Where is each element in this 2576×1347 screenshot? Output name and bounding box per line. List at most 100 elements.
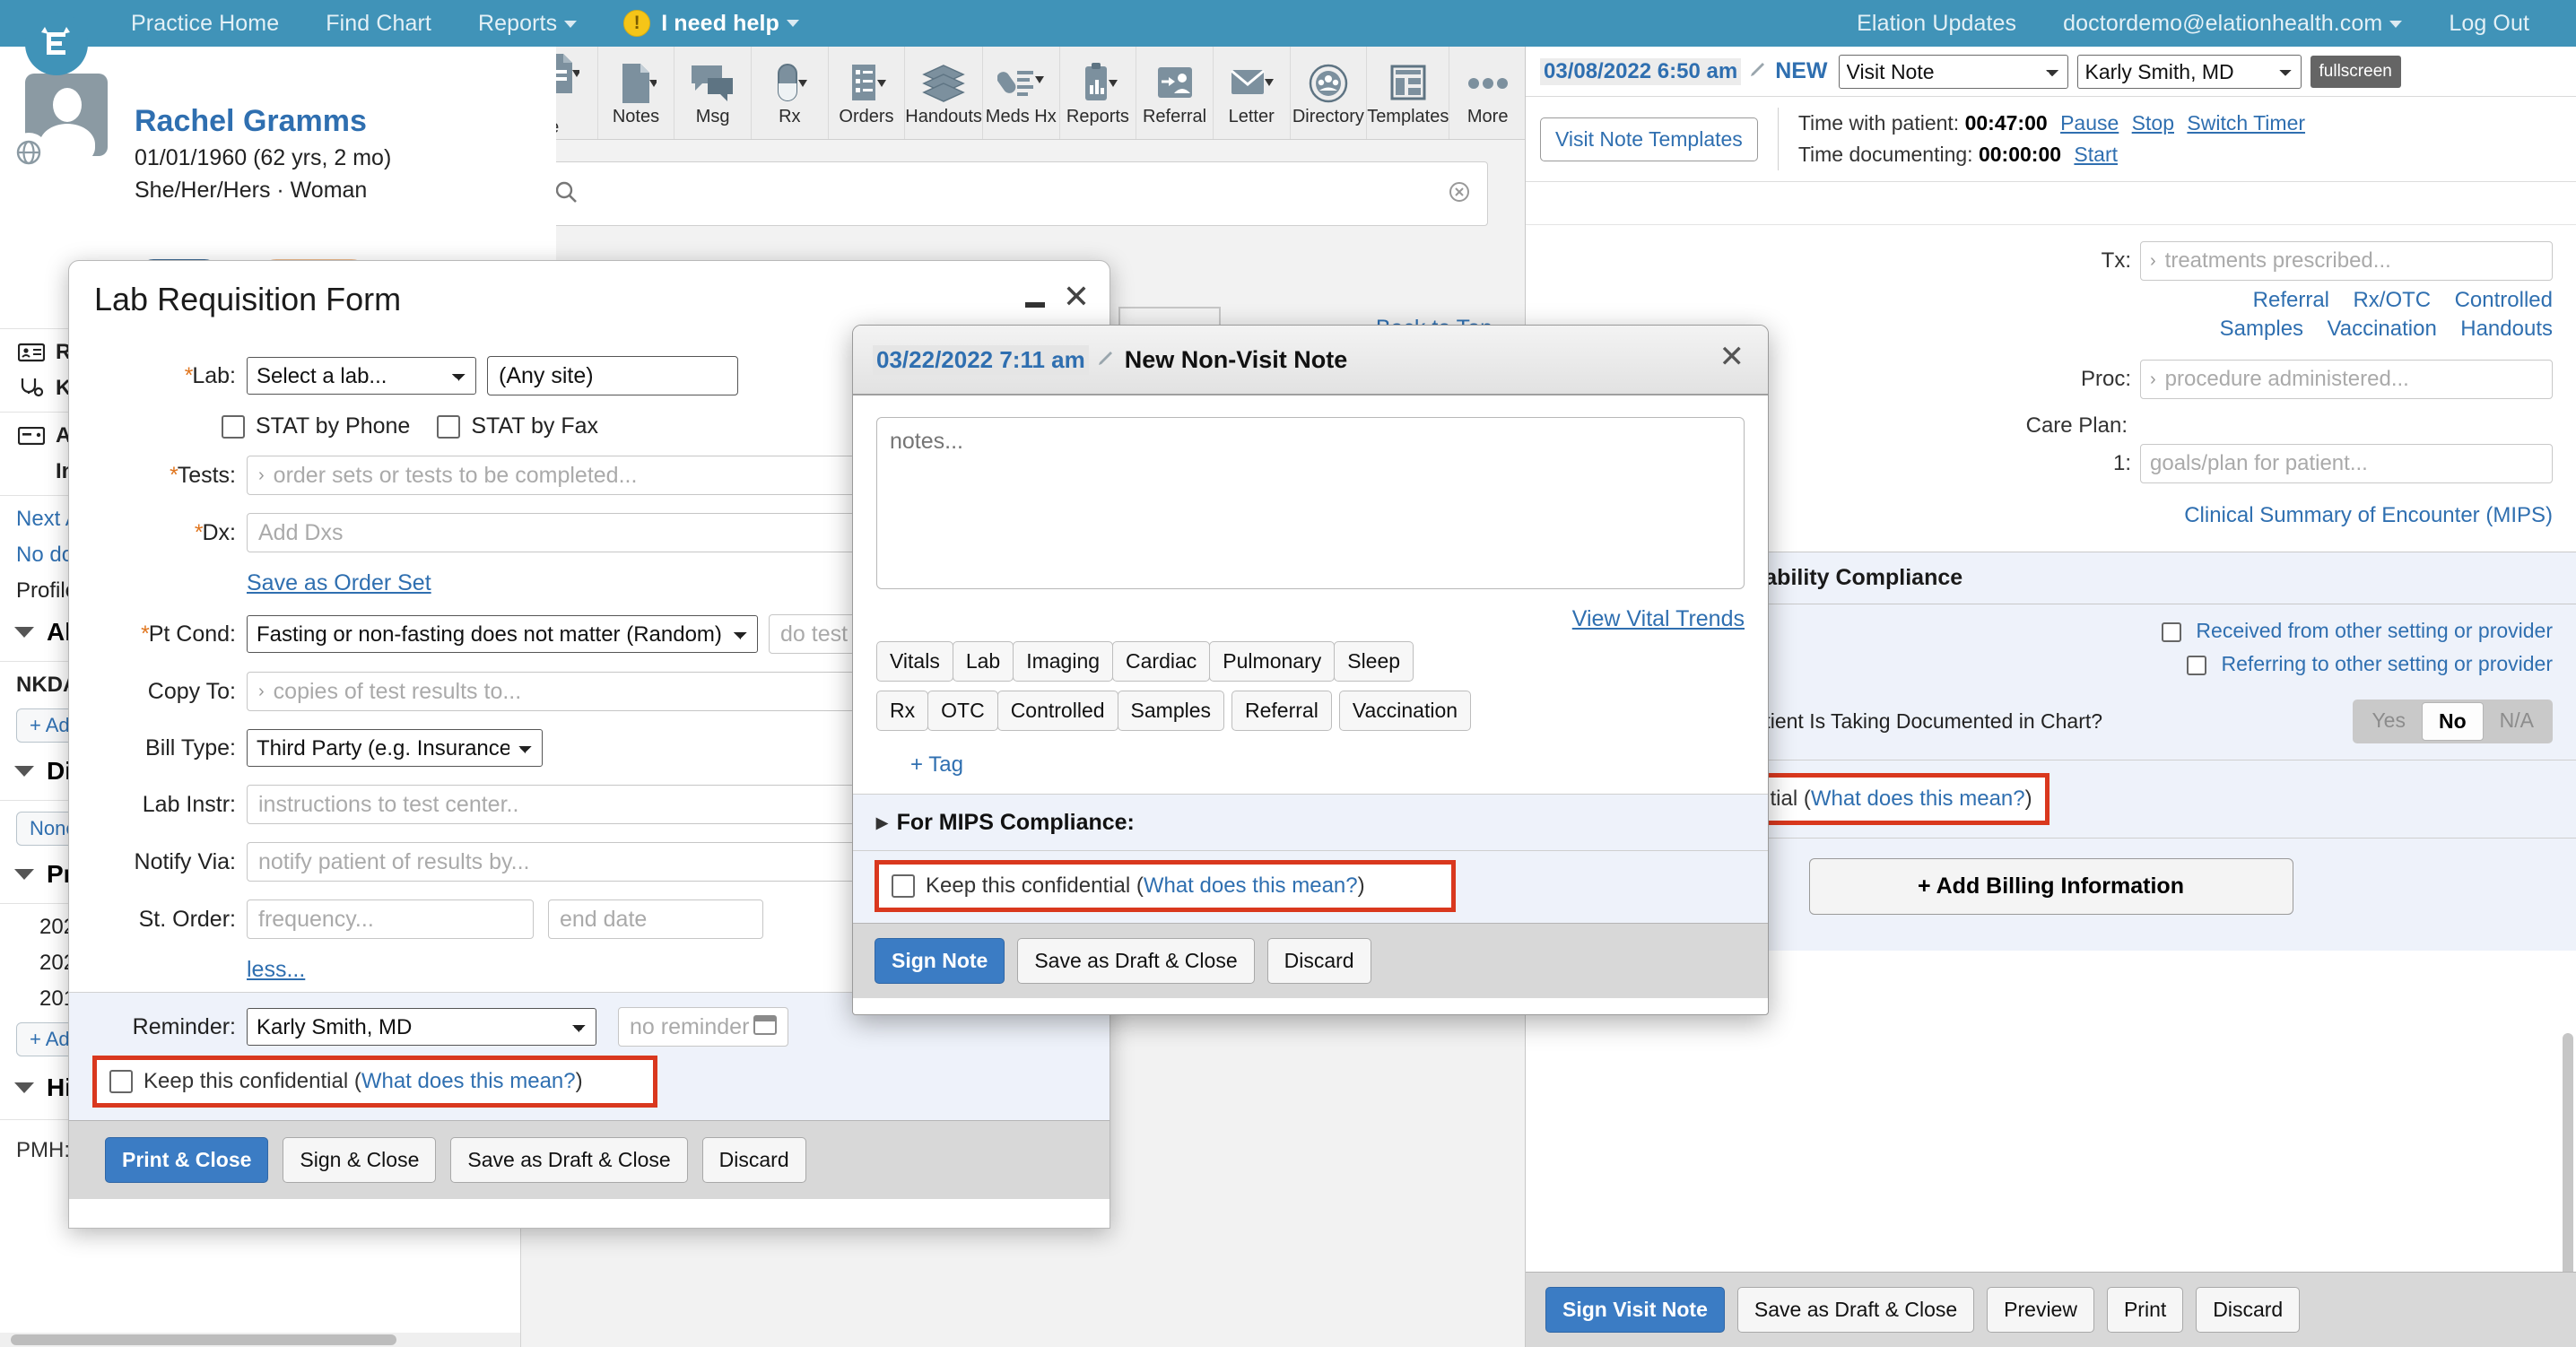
nav-find-chart[interactable]: Find Chart	[302, 11, 455, 37]
tag-rx[interactable]: Rx	[876, 691, 928, 731]
tag-controlled[interactable]: Controlled	[997, 691, 1118, 731]
meds-documented-segmented-control[interactable]: Yes No N/A	[2353, 700, 2553, 743]
meds-option-na[interactable]: N/A	[2484, 702, 2550, 741]
search-input[interactable]	[590, 180, 1448, 207]
edit-pencil-icon[interactable]	[1748, 59, 1768, 83]
tag-sleep[interactable]: Sleep	[1334, 641, 1414, 682]
print-and-close-button[interactable]: Print & Close	[105, 1137, 268, 1183]
discard-button[interactable]: Discard	[702, 1137, 806, 1183]
timer-start-link[interactable]: Start	[2074, 143, 2118, 166]
add-billing-information-button[interactable]: + Add Billing Information	[1809, 858, 2293, 915]
toolbar-directory[interactable]: Directory	[1291, 47, 1368, 139]
preview-button[interactable]: Preview	[1987, 1287, 2094, 1333]
lab-select[interactable]: Select a lab...	[247, 357, 476, 395]
checkbox-stat-by-phone[interactable]	[222, 415, 245, 439]
add-tag-link[interactable]: + Tag	[853, 740, 1768, 794]
nav-i-need-help[interactable]: ! I need help	[600, 10, 822, 37]
no-reminder-input[interactable]: no reminder	[618, 1007, 788, 1047]
toolbar-reports[interactable]: Reports	[1060, 47, 1137, 139]
nvn-date[interactable]: 03/22/2022 7:11 am	[873, 345, 1089, 375]
nav-log-out[interactable]: Log Out	[2425, 11, 2553, 37]
pt-cond-select[interactable]: Fasting or non-fasting does not matter (…	[247, 615, 758, 653]
visit-note-templates-button[interactable]: Visit Note Templates	[1540, 117, 1758, 161]
tag-vitals[interactable]: Vitals	[876, 641, 953, 682]
checkbox-keep-confidential[interactable]	[109, 1070, 133, 1093]
tag-samples[interactable]: Samples	[1118, 691, 1224, 731]
minimize-icon[interactable]	[1025, 302, 1045, 308]
nvn-mips-section[interactable]: ▸For MIPS Compliance:	[853, 794, 1768, 851]
transition-received-option[interactable]: Received from other setting or provider	[2162, 619, 2553, 643]
less-link[interactable]: less...	[247, 957, 305, 982]
reminder-select[interactable]: Karly Smith, MD	[247, 1008, 596, 1046]
discard-button[interactable]: Discard	[2196, 1287, 2300, 1333]
fullscreen-button[interactable]: fullscreen	[2311, 56, 2401, 88]
bill-type-select[interactable]: Third Party (e.g. Insurance)	[247, 729, 543, 767]
scrollbar-thumb[interactable]	[2563, 1033, 2573, 1302]
nav-reports[interactable]: Reports	[455, 11, 600, 37]
timer-stop-link[interactable]: Stop	[2132, 111, 2174, 135]
tx-link-handouts[interactable]: Handouts	[2460, 317, 2553, 341]
tx-link-vaccination[interactable]: Vaccination	[2328, 317, 2437, 341]
clinical-summary-link[interactable]: Clinical Summary of Encounter (MIPS)	[2184, 503, 2553, 527]
toolbar-rx[interactable]: Rx	[752, 47, 829, 139]
sign-note-button[interactable]: Sign Note	[875, 938, 1005, 984]
close-icon[interactable]: ✕	[1719, 342, 1745, 372]
save-as-order-set-link[interactable]: Save as Order Set	[247, 570, 431, 595]
tag-cardiac[interactable]: Cardiac	[1112, 641, 1210, 682]
tag-referral[interactable]: Referral	[1231, 691, 1332, 731]
standing-order-frequency-input[interactable]: frequency...	[247, 899, 534, 939]
toolbar-handouts[interactable]: Handouts	[905, 47, 983, 139]
timer-switch-link[interactable]: Switch Timer	[2187, 111, 2305, 135]
tag-pulmonary[interactable]: Pulmonary	[1209, 641, 1335, 682]
checkbox-keep-confidential[interactable]	[892, 874, 915, 898]
checkbox-referring-to-other[interactable]	[2187, 656, 2206, 675]
calendar-icon[interactable]	[753, 1013, 777, 1041]
tag-imaging[interactable]: Imaging	[1013, 641, 1113, 682]
toolbar-notes[interactable]: Notes	[598, 47, 675, 139]
note-type-select[interactable]: Visit Note	[1839, 55, 2068, 89]
toolbar-more[interactable]: More	[1449, 47, 1526, 139]
chart-search-bar[interactable]	[537, 161, 1488, 226]
standing-order-end-date-input[interactable]: end date	[548, 899, 763, 939]
tx-link-controlled[interactable]: Controlled	[2455, 288, 2553, 312]
edit-pencil-icon[interactable]	[1096, 348, 1116, 372]
tag-lab[interactable]: Lab	[953, 641, 1014, 682]
care-plan-input[interactable]: goals/plan for patient...	[2140, 444, 2553, 483]
toolbar-orders[interactable]: Orders	[829, 47, 906, 139]
discard-button[interactable]: Discard	[1267, 938, 1371, 984]
tx-input[interactable]: › treatments prescribed...	[2140, 241, 2553, 281]
checkbox-received-from-other[interactable]	[2162, 622, 2181, 642]
tag-vaccination[interactable]: Vaccination	[1339, 691, 1471, 731]
page-title[interactable]: Rachel Gramms	[135, 104, 367, 139]
toolbar-letter[interactable]: Letter	[1214, 47, 1291, 139]
save-draft-close-button[interactable]: Save as Draft & Close	[1017, 938, 1254, 984]
transition-referring-option[interactable]: Referring to other setting or provider	[2162, 652, 2553, 676]
visit-note-date[interactable]: 03/08/2022 6:50 am	[1540, 58, 1741, 85]
sign-visit-note-button[interactable]: Sign Visit Note	[1545, 1287, 1725, 1333]
nav-account-menu[interactable]: doctordemo@elationhealth.com	[2040, 11, 2425, 37]
nav-elation-updates[interactable]: Elation Updates	[1833, 11, 2040, 37]
lab-site-input[interactable]: (Any site)	[487, 356, 738, 395]
tag-otc[interactable]: OTC	[927, 691, 998, 731]
save-draft-close-button[interactable]: Save as Draft & Close	[450, 1137, 687, 1183]
meds-option-yes[interactable]: Yes	[2355, 702, 2422, 741]
close-icon[interactable]: ✕	[1063, 281, 1090, 313]
toolbar-referral[interactable]: Referral	[1136, 47, 1214, 139]
horizontal-scrollbar[interactable]	[0, 1333, 520, 1347]
tx-link-referral[interactable]: Referral	[2253, 288, 2329, 312]
meds-option-no[interactable]: No	[2422, 702, 2484, 741]
scrollbar-thumb[interactable]	[11, 1334, 396, 1345]
save-draft-close-button[interactable]: Save as Draft & Close	[1737, 1287, 1974, 1333]
print-button[interactable]: Print	[2107, 1287, 2183, 1333]
proc-input[interactable]: › procedure administered...	[2140, 360, 2553, 399]
confidential-help-link[interactable]: What does this mean?	[1811, 786, 2025, 812]
timer-pause-link[interactable]: Pause	[2060, 111, 2119, 135]
tx-link-rx-otc[interactable]: Rx/OTC	[2353, 288, 2431, 312]
toolbar-meds-hx[interactable]: Meds Hx	[983, 47, 1060, 139]
provider-select[interactable]: Karly Smith, MD	[2077, 55, 2302, 89]
toolbar-templates[interactable]: Templates	[1367, 47, 1449, 139]
checkbox-stat-by-fax[interactable]	[437, 415, 460, 439]
notes-textarea[interactable]	[876, 417, 1745, 589]
confidential-help-link[interactable]: What does this mean?	[361, 1069, 576, 1094]
tx-link-samples[interactable]: Samples	[2220, 317, 2303, 341]
